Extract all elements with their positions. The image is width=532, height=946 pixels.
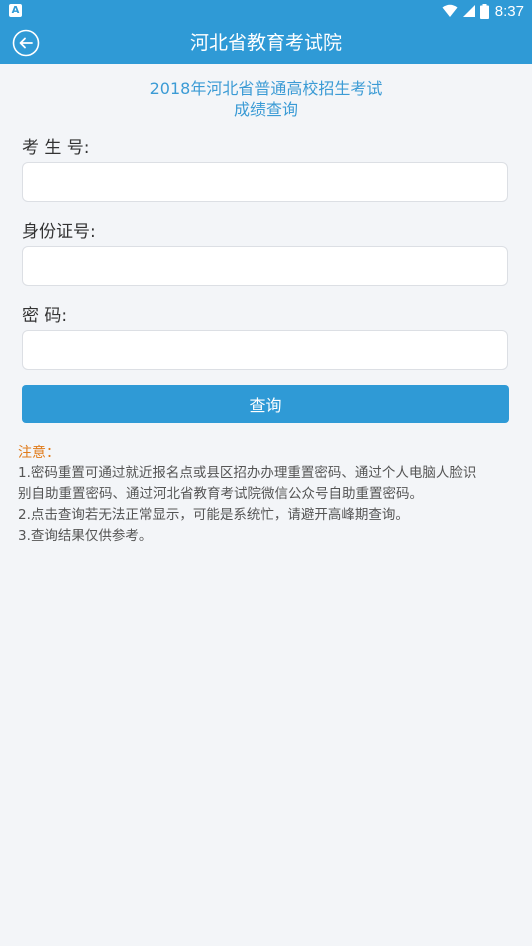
screen: A 8:37 河北省教育考试院 2018年河北省普通高校招生考试 成绩查询 考 … bbox=[0, 0, 532, 946]
wifi-icon bbox=[442, 4, 458, 17]
notice-line: 别自助重置密码、通过河北省教育考试院微信公众号自助重置密码。 bbox=[18, 486, 423, 502]
cellular-signal-icon bbox=[462, 5, 475, 17]
exam-number-label: 考 生 号: bbox=[22, 138, 90, 158]
notice-line: 2.点击查询若无法正常显示，可能是系统忙，请避开高峰期查询。 bbox=[18, 507, 409, 523]
status-time: 8:37 bbox=[494, 2, 524, 20]
status-icons: 8:37 bbox=[442, 1, 524, 21]
password-input[interactable] bbox=[22, 330, 508, 370]
notice-line: 3.查询结果仅供参考。 bbox=[18, 528, 153, 544]
status-bar: A 8:37 bbox=[0, 0, 532, 22]
app-notification-icon: A bbox=[9, 4, 22, 17]
page-title: 河北省教育考试院 bbox=[189, 32, 342, 54]
query-button[interactable]: 查询 bbox=[22, 385, 509, 423]
exam-number-input[interactable] bbox=[22, 162, 508, 202]
password-label: 密 码: bbox=[22, 306, 68, 326]
id-number-input[interactable] bbox=[22, 246, 508, 286]
notice-line: 1.密码重置可通过就近报名点或县区招办办理重置密码、通过个人电脑人脸识 bbox=[18, 465, 477, 481]
query-subtitle: 成绩查询 bbox=[233, 100, 298, 119]
app-bar: 河北省教育考试院 bbox=[0, 22, 532, 64]
id-number-label: 身份证号: bbox=[22, 222, 96, 242]
battery-icon bbox=[479, 3, 489, 19]
notice-title: 注意： bbox=[18, 445, 60, 461]
back-arrow-circle-icon[interactable] bbox=[12, 29, 40, 57]
